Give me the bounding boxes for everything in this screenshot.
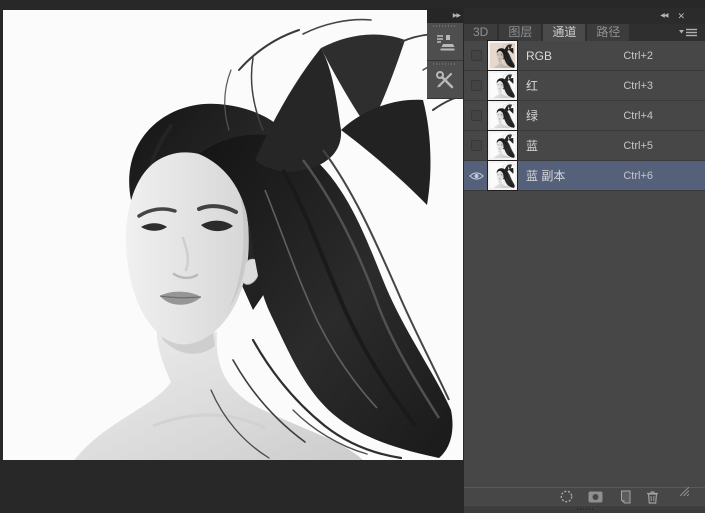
channel-thumbnail[interactable]	[488, 131, 517, 160]
grip-dots	[577, 508, 593, 510]
new-channel-button[interactable]	[618, 490, 631, 504]
channel-thumbnail[interactable]	[488, 161, 517, 190]
next-panel-header-strip[interactable]	[464, 505, 705, 513]
save-selection-as-channel-button[interactable]	[588, 491, 603, 503]
channel-name: 红	[526, 77, 538, 94]
channel-row-green[interactable]: 绿 Ctrl+4	[464, 101, 705, 131]
channel-shortcut: Ctrl+5	[623, 140, 705, 152]
portrait-photo	[3, 10, 463, 460]
dock-button-clone-source[interactable]	[427, 23, 463, 61]
channel-name: RGB	[526, 49, 552, 63]
collapse-to-icons-icon[interactable]: ◀◀	[660, 13, 667, 19]
eye-box	[471, 50, 482, 61]
channel-shortcut: Ctrl+6	[623, 170, 705, 182]
channel-thumbnail[interactable]	[488, 41, 517, 70]
visibility-toggle[interactable]	[464, 50, 488, 61]
tab-paths[interactable]: 路径	[587, 24, 629, 41]
eye-box	[471, 80, 482, 91]
eye-icon	[469, 171, 484, 181]
panel-footer	[464, 487, 705, 505]
channel-row-blue[interactable]: 蓝 Ctrl+5	[464, 131, 705, 161]
document-canvas[interactable]	[3, 10, 463, 460]
tool-presets-icon	[435, 65, 455, 95]
dashed-circle-icon	[560, 490, 573, 503]
channel-list: RGB Ctrl+2 红 Ctrl+3 绿 Ctrl+4 蓝 Ctrl	[464, 41, 705, 191]
channel-name: 绿	[526, 107, 538, 124]
panel-tab-bar: 3D 图层 通道 路径	[464, 24, 705, 41]
channel-shortcut: Ctrl+4	[623, 110, 705, 122]
channel-shortcut: Ctrl+3	[623, 80, 705, 92]
dock-button-tool-presets[interactable]	[427, 61, 463, 99]
tab-channels[interactable]: 通道	[543, 24, 585, 41]
dock-header: ▶▶	[427, 8, 463, 23]
visibility-toggle[interactable]	[464, 171, 488, 181]
clone-source-icon	[435, 27, 455, 57]
channel-thumbnail[interactable]	[488, 71, 517, 100]
channel-row-blue-copy[interactable]: 蓝 副本 Ctrl+6	[464, 161, 705, 191]
channel-thumbnail[interactable]	[488, 101, 517, 130]
delete-channel-button[interactable]	[646, 490, 659, 504]
channels-panel: ◀◀ ✕ 3D 图层 通道 路径 RGB Ctrl+2	[464, 8, 705, 505]
close-icon[interactable]: ✕	[677, 12, 685, 21]
trash-icon	[646, 490, 659, 504]
panel-resize-grip[interactable]	[677, 483, 689, 501]
icon-panel-dock: ▶▶	[427, 8, 463, 99]
tab-3d[interactable]: 3D	[464, 24, 497, 41]
panel-group-header: ◀◀ ✕	[464, 8, 705, 24]
channel-name: 蓝	[526, 137, 538, 154]
eye-box	[471, 110, 482, 121]
panel-menu-icon[interactable]	[679, 24, 705, 41]
tab-spacer	[631, 24, 679, 41]
channel-shortcut: Ctrl+2	[623, 50, 705, 62]
tab-layers[interactable]: 图层	[499, 24, 541, 41]
channel-name: 蓝 副本	[526, 167, 565, 184]
visibility-toggle[interactable]	[464, 110, 488, 121]
expand-panels-icon[interactable]: ▶▶	[453, 13, 460, 19]
load-channel-as-selection-button[interactable]	[560, 490, 573, 503]
visibility-toggle[interactable]	[464, 140, 488, 151]
channel-row-red[interactable]: 红 Ctrl+3	[464, 71, 705, 101]
panel-empty-area	[464, 191, 705, 487]
selection-as-channel-icon	[588, 491, 603, 503]
eye-box	[471, 140, 482, 151]
new-channel-icon	[618, 490, 631, 504]
channel-row-rgb[interactable]: RGB Ctrl+2	[464, 41, 705, 71]
visibility-toggle[interactable]	[464, 80, 488, 91]
